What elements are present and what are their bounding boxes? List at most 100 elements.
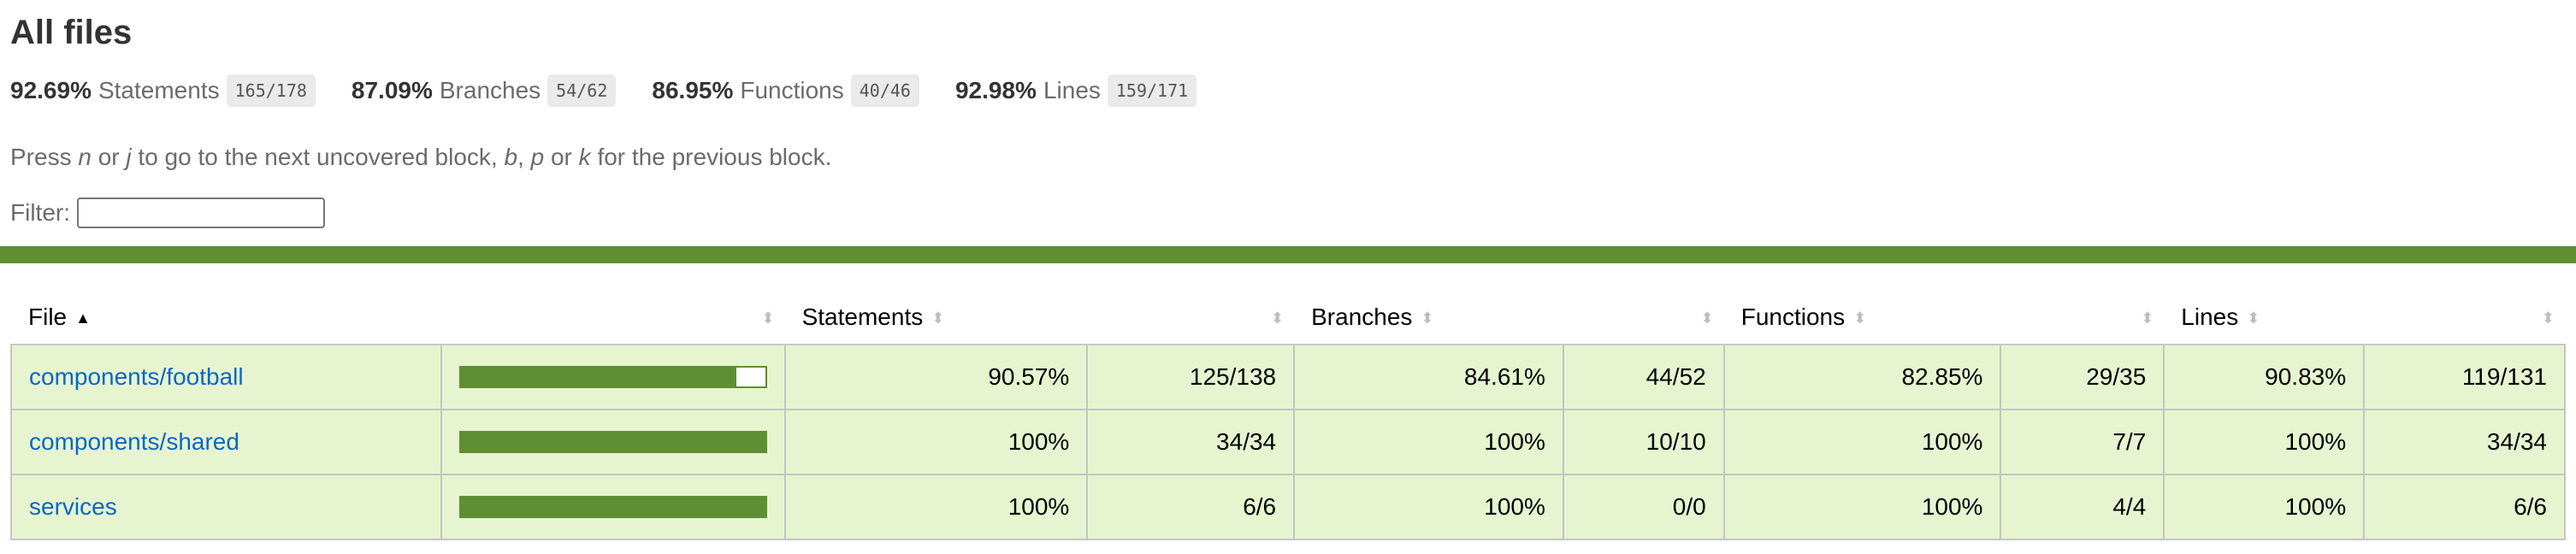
summary-fraction: 54/62 xyxy=(547,74,617,107)
file-cell: components/shared xyxy=(10,409,442,475)
table-header-row: File ▲ ⬍ Statements ⬍ ⬍ Branches ⬍ ⬍ Functi… xyxy=(11,291,2565,345)
sort-icon: ⬍ xyxy=(1271,309,1285,327)
header-label: Lines xyxy=(2181,304,2239,330)
summary-fraction: 165/178 xyxy=(226,74,316,107)
summary-statements: 92.69% Statements 165/178 xyxy=(10,74,316,107)
sort-icon: ⬍ xyxy=(2541,309,2555,327)
hint-key: p xyxy=(530,144,545,170)
hint-text: Press xyxy=(10,144,79,170)
summary-label: Functions xyxy=(740,77,844,103)
coverage-bar-fill xyxy=(460,368,737,386)
file-link[interactable]: services xyxy=(29,493,117,520)
hint-text: for the previous block. xyxy=(590,144,832,170)
header-lines-frac[interactable]: ⬍ xyxy=(2364,291,2565,345)
hint-key: b xyxy=(504,144,518,170)
sort-icon: ⬍ xyxy=(931,309,945,327)
header-branches-frac[interactable]: ⬍ xyxy=(1563,291,1724,345)
filter-label: Filter: xyxy=(10,199,70,226)
coverage-bar-fill xyxy=(460,498,765,516)
lines-frac: 6/6 xyxy=(2363,474,2566,540)
hint-text: or xyxy=(544,144,579,170)
header-functions[interactable]: Functions ⬍ xyxy=(1723,291,2001,345)
hint-text: or xyxy=(91,144,127,170)
table-row: components/shared 100% 34/34 100% 10/10 … xyxy=(10,409,2566,475)
header-lines[interactable]: Lines ⬍ xyxy=(2164,291,2365,345)
summary-functions: 86.95% Functions 40/46 xyxy=(652,74,919,107)
lines-pct: 100% xyxy=(2163,474,2366,540)
summary-branches: 87.09% Branches 54/62 xyxy=(351,74,617,107)
branches-pct: 100% xyxy=(1293,474,1564,540)
summary-pct: 86.95% xyxy=(652,77,734,103)
statements-frac: 125/138 xyxy=(1086,344,1296,410)
functions-frac: 29/35 xyxy=(2000,344,2165,410)
lines-pct: 100% xyxy=(2163,409,2366,475)
hint-text: to go to the next uncovered block, xyxy=(131,144,505,170)
header-functions-frac[interactable]: ⬍ xyxy=(2000,291,2165,345)
filter-bar: Filter: xyxy=(10,195,2566,231)
page-title: All files xyxy=(10,14,133,51)
sort-asc-icon: ▲ xyxy=(75,309,91,327)
lines-frac: 119/131 xyxy=(2363,344,2566,410)
coverage-status-bar xyxy=(0,246,2576,263)
statements-frac: 34/34 xyxy=(1086,409,1296,475)
coverage-bar xyxy=(458,366,767,388)
branches-pct: 100% xyxy=(1293,409,1564,475)
header-label: Branches xyxy=(1311,304,1413,330)
sort-icon: ⬍ xyxy=(2141,309,2154,327)
header-statements[interactable]: Statements ⬍ xyxy=(784,291,1088,345)
header-file[interactable]: File ▲ xyxy=(11,291,441,345)
functions-pct: 100% xyxy=(1722,474,2002,540)
functions-frac: 4/4 xyxy=(2000,474,2165,540)
header-branches[interactable]: Branches ⬍ xyxy=(1294,291,1563,345)
keyboard-hint: Press n or j to go to the next uncovered… xyxy=(10,142,2566,173)
summary-label: Statements xyxy=(97,77,220,103)
sort-icon: ⬍ xyxy=(1700,309,1714,327)
branches-frac: 10/10 xyxy=(1562,409,1725,475)
header-label: Functions xyxy=(1740,304,1846,330)
summary-pct: 92.98% xyxy=(954,77,1037,103)
sort-icon: ⬍ xyxy=(2247,309,2260,327)
statements-pct: 100% xyxy=(783,409,1089,475)
header-label: File xyxy=(28,304,68,330)
summary-label: Branches xyxy=(439,77,541,103)
hint-text: , xyxy=(517,144,531,170)
coverage-bar-cell xyxy=(440,344,786,410)
coverage-summary: 92.69% Statements 165/178 87.09% Branche… xyxy=(10,72,2566,109)
table-row: services 100% 6/6 100% 0/0 100% 4/4 100%… xyxy=(10,474,2566,540)
branches-frac: 44/52 xyxy=(1562,344,1725,410)
summary-label: Lines xyxy=(1043,77,1101,103)
branches-frac: 0/0 xyxy=(1562,474,1725,540)
coverage-table: File ▲ ⬍ Statements ⬍ ⬍ Branches ⬍ ⬍ Functi… xyxy=(10,291,2566,540)
lines-frac: 34/34 xyxy=(2363,409,2566,475)
coverage-bar xyxy=(458,496,767,518)
branches-pct: 84.61% xyxy=(1293,344,1564,410)
header-area: All files 92.69% Statements 165/178 87.0… xyxy=(0,0,2576,231)
summary-pct: 87.09% xyxy=(351,77,433,103)
file-link[interactable]: components/shared xyxy=(29,428,239,455)
summary-pct: 92.69% xyxy=(10,77,92,103)
lines-pct: 90.83% xyxy=(2163,344,2366,410)
hint-key: k xyxy=(578,144,591,170)
header-statements-frac[interactable]: ⬍ xyxy=(1087,291,1295,345)
summary-fraction: 40/46 xyxy=(850,74,919,107)
sort-icon: ⬍ xyxy=(1421,309,1434,327)
sort-icon: ⬍ xyxy=(1853,309,1867,327)
statements-pct: 90.57% xyxy=(783,344,1089,410)
file-link[interactable]: components/football xyxy=(29,363,244,390)
coverage-bar xyxy=(458,431,767,453)
file-cell: components/football xyxy=(10,344,442,410)
sort-icon: ⬍ xyxy=(761,309,775,327)
summary-fraction: 159/171 xyxy=(1107,74,1197,107)
coverage-bar-cell xyxy=(440,474,786,540)
hint-key: n xyxy=(78,144,92,170)
file-cell: services xyxy=(10,474,442,540)
header-file-bar[interactable]: ⬍ xyxy=(440,291,785,345)
header-label: Statements xyxy=(801,304,924,330)
statements-frac: 6/6 xyxy=(1086,474,1296,540)
functions-pct: 82.85% xyxy=(1722,344,2002,410)
statements-pct: 100% xyxy=(783,474,1089,540)
filter-input[interactable] xyxy=(77,197,325,228)
coverage-bar-fill xyxy=(460,433,765,451)
coverage-bar-cell xyxy=(440,409,786,475)
summary-lines: 92.98% Lines 159/171 xyxy=(954,74,1197,107)
